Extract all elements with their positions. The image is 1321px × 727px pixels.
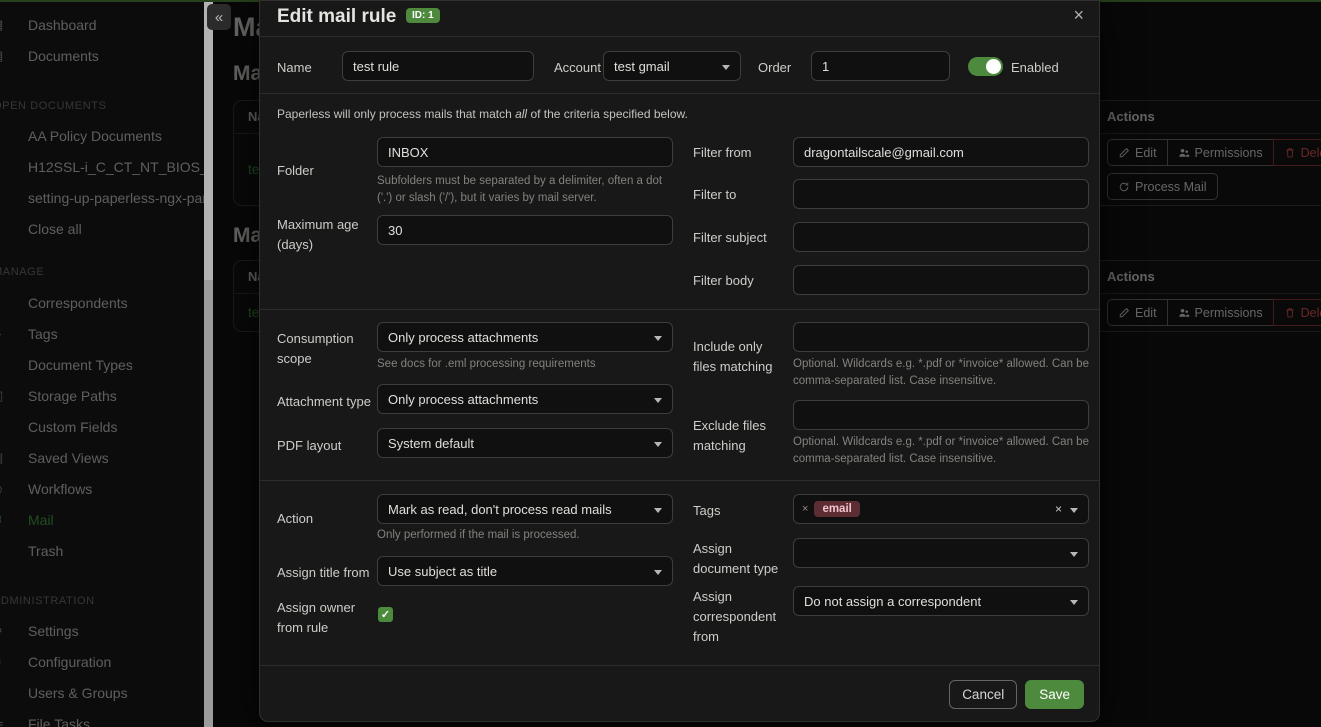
enabled-toggle[interactable]: [968, 57, 1003, 76]
scrollbar-thumb[interactable]: [204, 0, 213, 280]
filter-subject-input[interactable]: [793, 222, 1089, 252]
chevron-down-icon: [1070, 552, 1078, 557]
attachment-type-select[interactable]: Only process attachments: [377, 384, 673, 414]
select-value: Mark as read, don't process read mails: [388, 502, 612, 517]
tag-remove-icon[interactable]: ×: [802, 503, 808, 515]
filter-body-label: Filter body: [693, 271, 754, 291]
intro-pre: Paperless will only process mails that m…: [277, 107, 515, 121]
include-files-label: Include only files matching: [693, 337, 789, 377]
filter-to-label: Filter to: [693, 185, 736, 205]
chevron-down-icon: [654, 508, 662, 513]
folder-hint: Subfolders must be separated by a delimi…: [377, 173, 679, 207]
action-hint: Only performed if the mail is processed.: [377, 527, 679, 544]
consumption-scope-hint: See docs for .eml processing requirement…: [377, 356, 679, 373]
sidebar-collapse-button[interactable]: «: [207, 4, 231, 30]
chevron-down-icon: [1070, 600, 1078, 605]
order-label: Order: [758, 58, 791, 78]
tag-chip-email: email: [814, 501, 859, 517]
sidebar-scrollbar[interactable]: [204, 0, 213, 727]
consumption-scope-select[interactable]: Only process attachments: [377, 322, 673, 352]
tags-label: Tags: [693, 501, 720, 521]
cancel-button[interactable]: Cancel: [949, 680, 1017, 709]
chevron-down-icon: [654, 336, 662, 341]
divider: [260, 309, 1099, 310]
pdf-layout-label: PDF layout: [277, 436, 341, 456]
consumption-scope-label: Consumption scope: [277, 329, 373, 369]
select-value: test gmail: [614, 59, 670, 74]
chevron-down-icon: [654, 442, 662, 447]
assign-correspondent-select[interactable]: Do not assign a correspondent: [793, 586, 1089, 616]
chevron-down-icon: [654, 570, 662, 575]
exclude-files-hint: Optional. Wildcards e.g. *.pdf or *invoi…: [793, 434, 1093, 468]
id-badge: ID: 1: [406, 8, 440, 23]
exclude-files-input[interactable]: [793, 400, 1089, 430]
assign-correspondent-label: Assign correspondent from: [693, 587, 779, 647]
include-files-input[interactable]: [793, 322, 1089, 352]
account-label: Account: [554, 58, 601, 78]
modal-footer: Cancel Save: [260, 665, 1099, 723]
modal-title: Edit mail rule: [277, 6, 396, 28]
attachment-type-label: Attachment type: [277, 392, 371, 412]
action-label: Action: [277, 509, 313, 529]
exclude-files-label: Exclude files matching: [693, 416, 789, 456]
toggle-knob: [986, 59, 1001, 74]
intro-em: all: [515, 107, 527, 121]
assign-owner-checkbox[interactable]: ✓: [378, 607, 393, 622]
filter-from-input[interactable]: [793, 137, 1089, 167]
assign-owner-label: Assign owner from rule: [277, 598, 373, 638]
name-input[interactable]: [342, 51, 534, 81]
close-icon[interactable]: ×: [1073, 5, 1084, 26]
filter-from-label: Filter from: [693, 143, 752, 163]
action-select[interactable]: Mark as read, don't process read mails: [377, 494, 673, 524]
intro-post: of the criteria specified below.: [527, 107, 688, 121]
assign-title-from-select[interactable]: Use subject as title: [377, 556, 673, 586]
divider: [260, 93, 1099, 94]
save-button[interactable]: Save: [1025, 680, 1084, 709]
max-age-input[interactable]: [377, 215, 673, 245]
filter-to-input[interactable]: [793, 179, 1089, 209]
chevron-down-icon: [1070, 508, 1078, 513]
order-input[interactable]: [811, 51, 950, 81]
assign-title-from-label: Assign title from: [277, 563, 369, 583]
chevron-left-icon: «: [215, 9, 223, 26]
select-value: Only process attachments: [388, 392, 538, 407]
enabled-label: Enabled: [1011, 58, 1059, 78]
pdf-layout-select[interactable]: System default: [377, 428, 673, 458]
filter-body-input[interactable]: [793, 265, 1089, 295]
filter-subject-label: Filter subject: [693, 228, 767, 248]
max-age-label: Maximum age (days): [277, 215, 373, 255]
select-value: Use subject as title: [388, 564, 497, 579]
include-files-hint: Optional. Wildcards e.g. *.pdf or *invoi…: [793, 356, 1093, 390]
folder-input[interactable]: [377, 137, 673, 167]
modal-header: Edit mail rule ID: 1 ×: [260, 1, 1099, 37]
chevron-down-icon: [654, 398, 662, 403]
tags-select[interactable]: × email ×: [793, 494, 1089, 524]
folder-label: Folder: [277, 161, 314, 181]
select-value: System default: [388, 436, 474, 451]
tags-clear-icon[interactable]: ×: [1055, 502, 1062, 516]
name-label: Name: [277, 58, 312, 78]
assign-doctype-label: Assign document type: [693, 539, 789, 579]
select-value: Do not assign a correspondent: [804, 594, 981, 609]
select-value: Only process attachments: [388, 330, 538, 345]
assign-doctype-select[interactable]: [793, 538, 1089, 568]
account-select[interactable]: test gmail: [603, 51, 741, 81]
check-icon: ✓: [381, 609, 390, 621]
criteria-intro-text: Paperless will only process mails that m…: [277, 107, 688, 121]
chevron-down-icon: [722, 65, 730, 70]
divider: [260, 480, 1099, 481]
edit-mail-rule-dialog: Edit mail rule ID: 1 × Name Account test…: [259, 0, 1100, 722]
